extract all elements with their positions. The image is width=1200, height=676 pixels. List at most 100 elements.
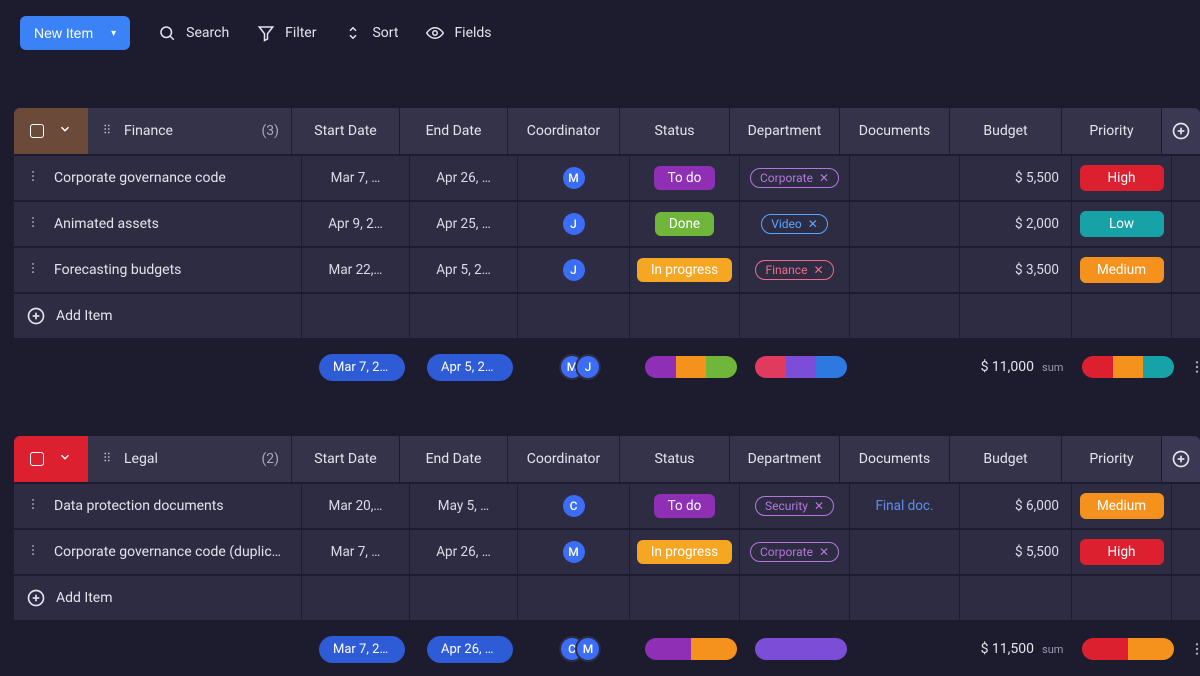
sort-button[interactable]: Sort (344, 24, 398, 42)
summary-priority-bar[interactable] (1082, 638, 1174, 660)
cell-department[interactable]: Finance✕ (740, 248, 850, 292)
cell-department[interactable]: Security✕ (740, 484, 850, 528)
more-icon[interactable] (1178, 641, 1200, 657)
cell-priority[interactable]: High (1072, 530, 1172, 574)
cell-budget[interactable]: $ 6,000 (960, 484, 1072, 528)
cell-coordinator[interactable]: J (518, 202, 630, 246)
col-header-department[interactable]: Department (730, 108, 840, 154)
table-row[interactable]: Corporate governance code Mar 7, … Apr 2… (14, 156, 1200, 200)
cell-status[interactable]: Done (630, 202, 740, 246)
col-header-coordinator[interactable]: Coordinator (508, 108, 620, 154)
cell-budget[interactable]: $ 2,000 (960, 202, 1072, 246)
more-icon[interactable] (1178, 359, 1200, 375)
cell-priority[interactable]: High (1072, 156, 1172, 200)
cell-budget[interactable]: $ 3,500 (960, 248, 1072, 292)
cell-start-date[interactable]: Mar 20,… (302, 484, 410, 528)
summary-budget[interactable]: $ 11,000 sum (966, 359, 1078, 375)
summary-coordinators[interactable]: CM (561, 638, 599, 660)
chevron-down-icon[interactable] (58, 450, 72, 468)
summary-status-bar[interactable] (645, 356, 737, 378)
summary-dept-bar[interactable] (755, 356, 847, 378)
add-column-button[interactable] (1162, 436, 1200, 482)
remove-tag-icon[interactable]: ✕ (808, 217, 818, 231)
col-header-end-date[interactable]: End Date (400, 108, 508, 154)
summary-start-date[interactable]: Mar 7, 20… (319, 636, 405, 663)
cell-coordinator[interactable]: C (518, 484, 630, 528)
filter-button[interactable]: Filter (257, 24, 316, 42)
cell-priority[interactable]: Medium (1072, 248, 1172, 292)
table-row[interactable]: Data protection documents Mar 20,… May 5… (14, 484, 1200, 528)
add-item-row[interactable]: Add Item (14, 576, 1200, 620)
col-header-documents[interactable]: Documents (840, 108, 950, 154)
col-header-budget[interactable]: Budget (950, 436, 1062, 482)
cell-documents[interactable] (850, 248, 960, 292)
col-header-start-date[interactable]: Start Date (292, 108, 400, 154)
col-header-status[interactable]: Status (620, 436, 730, 482)
cell-start-date[interactable]: Mar 7, … (302, 156, 410, 200)
new-item-button[interactable]: New Item ▾ (20, 16, 130, 50)
cell-department[interactable]: Corporate✕ (740, 156, 850, 200)
cell-end-date[interactable]: Apr 5, 2… (410, 248, 518, 292)
remove-tag-icon[interactable]: ✕ (813, 263, 823, 277)
table-row[interactable]: Forecasting budgets Mar 22,… Apr 5, 2… J… (14, 248, 1200, 292)
group-name-cell[interactable]: Legal (2) (88, 436, 292, 482)
cell-status[interactable]: To do (630, 156, 740, 200)
table-row[interactable]: Animated assets Apr 9, 2… Apr 25, … J Do… (14, 202, 1200, 246)
group-color-block[interactable] (14, 436, 88, 482)
table-row[interactable]: Corporate governance code (duplic… Mar 7… (14, 530, 1200, 574)
remove-tag-icon[interactable]: ✕ (819, 545, 829, 559)
cell-coordinator[interactable]: J (518, 248, 630, 292)
document-link[interactable]: Final doc. (875, 498, 933, 514)
remove-tag-icon[interactable]: ✕ (814, 499, 824, 513)
select-all-checkbox[interactable] (30, 452, 44, 466)
cell-coordinator[interactable]: M (518, 530, 630, 574)
cell-status[interactable]: In progress (630, 248, 740, 292)
fields-button[interactable]: Fields (426, 24, 491, 42)
row-menu-icon[interactable] (26, 215, 40, 233)
col-header-end-date[interactable]: End Date (400, 436, 508, 482)
cell-start-date[interactable]: Apr 9, 2… (302, 202, 410, 246)
summary-dept-bar[interactable] (755, 638, 847, 660)
chevron-down-icon[interactable] (58, 122, 72, 140)
group-name-cell[interactable]: Finance (3) (88, 108, 292, 154)
summary-start-date[interactable]: Mar 7, 20… (319, 354, 405, 381)
cell-documents[interactable] (850, 530, 960, 574)
cell-department[interactable]: Corporate✕ (740, 530, 850, 574)
cell-status[interactable]: To do (630, 484, 740, 528)
col-header-department[interactable]: Department (730, 436, 840, 482)
add-column-button[interactable] (1162, 108, 1200, 154)
summary-budget[interactable]: $ 11,500 sum (966, 641, 1078, 657)
group-color-block[interactable] (14, 108, 88, 154)
drag-icon[interactable] (100, 450, 114, 468)
cell-priority[interactable]: Low (1072, 202, 1172, 246)
search-button[interactable]: Search (158, 24, 229, 42)
cell-start-date[interactable]: Mar 7, … (302, 530, 410, 574)
col-header-coordinator[interactable]: Coordinator (508, 436, 620, 482)
row-menu-icon[interactable] (26, 543, 40, 561)
remove-tag-icon[interactable]: ✕ (819, 171, 829, 185)
col-header-documents[interactable]: Documents (840, 436, 950, 482)
col-header-budget[interactable]: Budget (950, 108, 1062, 154)
summary-end-date[interactable]: Apr 26, 2… (427, 636, 513, 663)
row-menu-icon[interactable] (26, 261, 40, 279)
col-header-priority[interactable]: Priority (1062, 108, 1162, 154)
row-menu-icon[interactable] (26, 169, 40, 187)
summary-end-date[interactable]: Apr 5, 20… (427, 354, 513, 381)
col-header-status[interactable]: Status (620, 108, 730, 154)
col-header-start-date[interactable]: Start Date (292, 436, 400, 482)
cell-documents[interactable] (850, 202, 960, 246)
cell-end-date[interactable]: May 5, … (410, 484, 518, 528)
cell-coordinator[interactable]: M (518, 156, 630, 200)
drag-icon[interactable] (100, 122, 114, 140)
cell-end-date[interactable]: Apr 25, … (410, 202, 518, 246)
cell-end-date[interactable]: Apr 26, … (410, 156, 518, 200)
col-header-priority[interactable]: Priority (1062, 436, 1162, 482)
cell-department[interactable]: Video✕ (740, 202, 850, 246)
add-item-row[interactable]: Add Item (14, 294, 1200, 338)
select-all-checkbox[interactable] (30, 124, 44, 138)
cell-end-date[interactable]: Apr 26, … (410, 530, 518, 574)
summary-status-bar[interactable] (645, 638, 737, 660)
summary-priority-bar[interactable] (1082, 356, 1174, 378)
cell-documents[interactable] (850, 156, 960, 200)
cell-priority[interactable]: Medium (1072, 484, 1172, 528)
